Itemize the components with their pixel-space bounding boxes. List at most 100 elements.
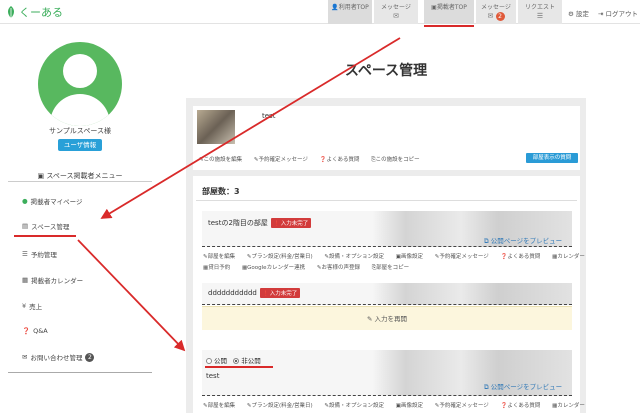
tab-label: メッセージ [481, 4, 511, 11]
preview-label: 公開ページをプレビュー [490, 237, 563, 245]
room-name-text: ddddddddddd [208, 289, 257, 297]
sidebar-item-label: スペース管理 [31, 223, 70, 231]
sidebar-item-space-management[interactable]: ▤ スペース管理 [22, 221, 69, 231]
room-google-calendar-link[interactable]: ▦Googleカレンダー連携 [242, 265, 310, 271]
preview-link[interactable]: ⧉ 公開ページをプレビュー [484, 381, 562, 392]
room-name: testの2階目の部屋 ❗入力未完了 [208, 218, 312, 228]
sidebar-item-label: お問い合わせ管理 [30, 354, 83, 362]
menu-title: ▣ スペース掲載者メニュー [0, 171, 160, 181]
sidebar-item-sales[interactable]: ¥ 売上 [22, 301, 42, 311]
space-thumbnail [197, 110, 235, 144]
room-faq-link[interactable]: ❓よくある質問 [501, 403, 546, 409]
sidebar-item-host-mypage[interactable]: ● 掲載者マイページ [22, 196, 83, 206]
yen-icon: ¥ [22, 302, 27, 310]
page-title: スペース管理 [344, 63, 428, 79]
room-card: testの2階目の部屋 ❗入力未完了 ⧉ 公開ページをプレビュー [202, 211, 572, 247]
room-message-link[interactable]: ✎予約確定メッセージ [435, 403, 494, 409]
sidebar-item-label: Q&A [33, 327, 48, 335]
tab-underline-highlight [424, 25, 474, 27]
divider [8, 181, 152, 182]
radio-underline-highlight [205, 366, 273, 368]
top-bar: くーある 👤利用者TOP メッセージ ✉ ▣掲載者TOP メッセージ ✉ 2 リ… [0, 0, 640, 24]
list-icon: ☰ [536, 12, 544, 20]
sidebar-item-label: 掲載者カレンダー [31, 277, 84, 285]
leaf-icon [8, 6, 14, 18]
room-reviews-link[interactable]: ✎お客様の声登録 [317, 265, 365, 271]
room-edit-link[interactable]: ✎部屋を編集 [203, 403, 240, 409]
tab-label: リクエスト [524, 4, 555, 11]
room-plan-link[interactable]: ✎プラン設定(料金/営業日) [247, 254, 318, 260]
room-edit-link[interactable]: ✎部屋を編集 [203, 254, 240, 260]
envelope-icon: ✉ [393, 12, 399, 20]
user-info-button[interactable]: ユーザ情報 [58, 139, 102, 151]
avatar [38, 42, 122, 126]
divider [196, 200, 577, 201]
settings-link[interactable]: ⚙ 設定 [568, 8, 589, 18]
room-links-row: ▦貸日予約 ▦Googleカレンダー連携 ✎お客様の声登録 ⎘部屋をコピー [203, 263, 419, 272]
list-icon: ☰ [22, 250, 28, 258]
tab-label: 掲載者TOP [436, 4, 467, 11]
room-message-link[interactable]: ✎予約確定メッセージ [435, 254, 494, 260]
room-name-text: test [206, 372, 220, 380]
room-links-row: ✎部屋を編集 ✎プラン設定(料金/営業日) ✎設備・オプション設定 ▣画像設定 … [203, 252, 595, 260]
space-links: ✎この施設を編集 ✎予約確定メッセージ ❓よくある質問 ⎘この施設をコピー [199, 155, 430, 164]
envelope-icon: ✉ [487, 12, 494, 20]
room-images-link[interactable]: ▣画像設定 [396, 254, 428, 260]
site-logo[interactable]: くーある [6, 4, 63, 20]
logout-link[interactable]: ⇥ ログアウト [598, 8, 638, 18]
arrow-to-visibility-radio [77, 239, 186, 352]
calendar-icon: ▦ [22, 276, 29, 284]
room-day-booking-link[interactable]: ▦貸日予約 [203, 265, 235, 271]
user-icon: 👤 [331, 4, 339, 11]
envelope-icon: ✉ [22, 353, 28, 361]
edit-icon: ✎ [366, 315, 373, 323]
tab-label: 利用者TOP [338, 4, 369, 11]
tab-host-messages[interactable]: メッセージ ✉ 2 [476, 0, 516, 24]
tab-label: メッセージ [381, 4, 411, 11]
resume-input-link[interactable]: ✎ 入力を再開 [202, 306, 572, 330]
logout-icon: ⇥ [598, 10, 604, 18]
menu-title-label: スペース掲載者メニュー [46, 172, 123, 180]
room-calendar-link[interactable]: ▦カレンダー [552, 254, 590, 260]
sidebar-item-calendar[interactable]: ▦ 掲載者カレンダー [22, 275, 83, 285]
sidebar-item-label: 売上 [29, 303, 43, 311]
logout-label: ログアウト [605, 10, 639, 18]
space-faq-link[interactable]: ❓よくある質問 [320, 157, 365, 163]
sidebar-item-reservations[interactable]: ☰ 予約管理 [22, 249, 57, 259]
room-display-question-button[interactable]: 部屋表示の質問 [526, 153, 578, 163]
room-equipment-link[interactable]: ✎設備・オプション設定 [324, 254, 389, 260]
room-card: ddddddddddd ❗入力未完了 [202, 283, 572, 305]
room-links-row: ✎部屋を編集 ✎プラン設定(料金/営業日) ✎設備・オプション設定 ▣画像設定 … [203, 401, 595, 409]
question-icon: ❓ [22, 327, 31, 335]
tab-user-top[interactable]: 👤利用者TOP [328, 0, 372, 24]
room-calendar-link[interactable]: ▦カレンダー [552, 403, 590, 409]
room-images-link[interactable]: ▣画像設定 [396, 403, 428, 409]
space-copy-link[interactable]: ⎘この施設をコピー [371, 157, 424, 163]
user-circle-icon: ● [22, 197, 28, 205]
sidebar-item-inquiries[interactable]: ✉ お問い合わせ管理 2 [22, 352, 95, 362]
tab-requests[interactable]: リクエスト ☰ [518, 0, 562, 24]
briefcase-icon: ▣ [37, 172, 45, 180]
space-name: test [262, 112, 276, 120]
status-badge: ❗入力未完了 [259, 288, 301, 298]
radio-button[interactable] [206, 358, 212, 364]
room-copy-link[interactable]: ⎘部屋をコピー [372, 265, 414, 271]
divider [8, 372, 152, 373]
tab-messages[interactable]: メッセージ ✉ [374, 0, 418, 24]
tab-host-top[interactable]: ▣掲載者TOP [424, 0, 474, 24]
sidebar-item-qa[interactable]: ❓ Q&A [22, 327, 48, 335]
radio-button-selected[interactable] [233, 358, 240, 364]
room-plan-link[interactable]: ✎プラン設定(料金/営業日) [247, 403, 318, 409]
external-link-icon: ⧉ [484, 383, 489, 391]
preview-link[interactable]: ⧉ 公開ページをプレビュー [484, 235, 562, 246]
radio-public[interactable]: 公開 [206, 357, 227, 365]
sidebar-item-label: 予約管理 [30, 251, 57, 259]
room-equipment-link[interactable]: ✎設備・オプション設定 [324, 403, 389, 409]
room-faq-link[interactable]: ❓よくある質問 [501, 254, 546, 260]
external-link-icon: ⧉ [484, 237, 489, 245]
sidebar-item-label: 掲載者マイページ [30, 198, 83, 206]
space-edit-link[interactable]: ✎この施設を編集 [199, 157, 247, 163]
logo-text: くーある [19, 6, 63, 19]
space-message-link[interactable]: ✎予約確定メッセージ [254, 157, 313, 163]
radio-private[interactable]: 非公開 [233, 357, 261, 365]
